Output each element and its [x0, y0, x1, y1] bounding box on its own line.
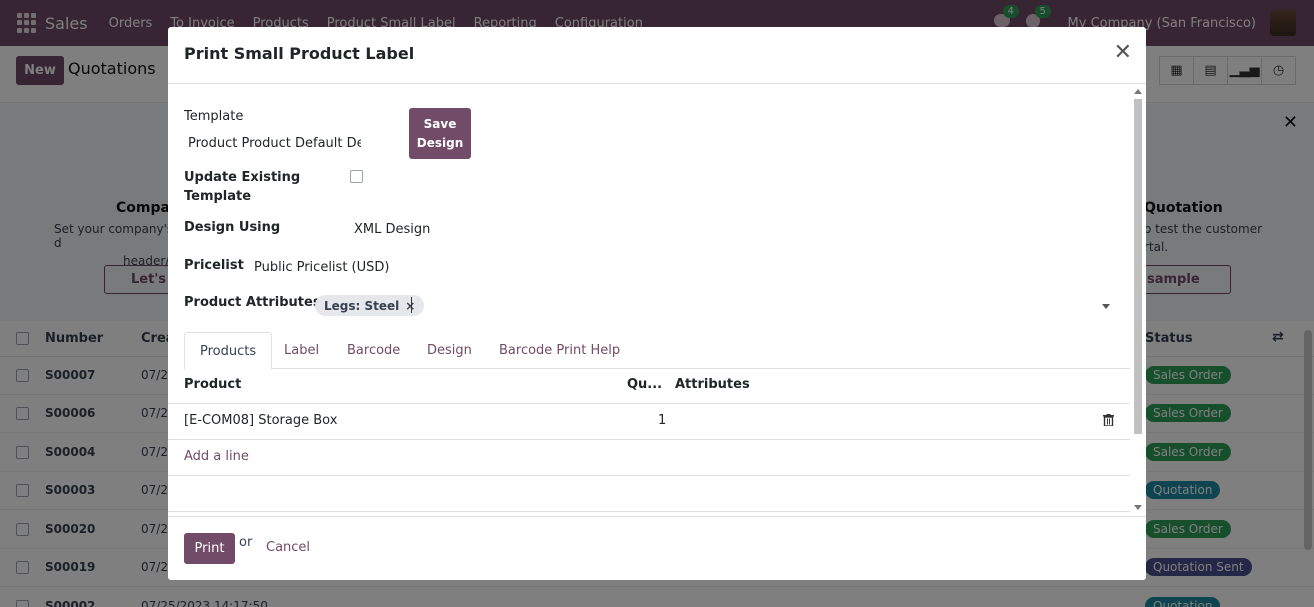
- template-label: Template: [184, 109, 244, 124]
- design-using-label: Design Using: [184, 220, 281, 235]
- update-template-label-line: Template: [184, 189, 252, 204]
- template-field[interactable]: Product Product Default Desi: [188, 136, 361, 151]
- or-text: or: [239, 535, 253, 550]
- tab-barcode[interactable]: Barcode: [332, 332, 415, 369]
- product-attributes-label: Product Attributes: [184, 295, 321, 310]
- table-divider: [168, 439, 1130, 440]
- dialog-header: Print Small Product Label ✕: [168, 27, 1146, 84]
- tab-label[interactable]: Label: [269, 332, 334, 369]
- add-line-link[interactable]: Add a line: [184, 449, 249, 464]
- pricelist-field[interactable]: Public Pricelist (USD): [254, 260, 389, 275]
- chevron-down-icon[interactable]: [1102, 304, 1110, 309]
- pricelist-label: Pricelist: [184, 258, 244, 273]
- table-divider: [168, 511, 1130, 512]
- tab-barcode-print-help[interactable]: Barcode Print Help: [484, 332, 635, 369]
- save-design-label: Save: [423, 116, 457, 131]
- line-product[interactable]: [E-COM08] Storage Box: [184, 413, 337, 428]
- dialog-body: Template Product Product Default Desi Sa…: [168, 84, 1146, 516]
- scroll-up-icon[interactable]: [1134, 89, 1142, 94]
- update-template-label-line: Update Existing: [184, 170, 301, 185]
- line-quantity[interactable]: 1: [658, 413, 666, 428]
- scroll-thumb[interactable]: [1134, 99, 1142, 434]
- attributes-input[interactable]: [411, 297, 412, 313]
- column-header-product[interactable]: Product: [184, 377, 241, 392]
- cancel-button[interactable]: Cancel: [266, 540, 310, 555]
- column-header-attributes[interactable]: Attributes: [675, 377, 750, 392]
- update-template-label: Update Existing Template: [184, 168, 300, 206]
- print-button[interactable]: Print: [184, 533, 235, 564]
- design-using-field[interactable]: XML Design: [354, 222, 430, 237]
- update-template-checkbox[interactable]: [350, 170, 363, 183]
- dialog-footer: Print or Cancel: [168, 516, 1146, 580]
- trash-icon[interactable]: [1103, 414, 1114, 426]
- save-design-label: Design: [416, 135, 464, 150]
- table-divider: [168, 403, 1130, 404]
- dialog-tabs: Products Label Barcode Design Barcode Pr…: [184, 332, 1130, 370]
- scroll-down-icon[interactable]: [1134, 505, 1142, 510]
- column-header-quantity[interactable]: Qu...: [627, 377, 662, 392]
- print-label-dialog: Print Small Product Label ✕ Template Pro…: [168, 27, 1146, 580]
- attribute-tag: Legs: Steel×: [315, 295, 425, 316]
- dialog-title: Print Small Product Label: [184, 44, 415, 63]
- dialog-scrollbar[interactable]: [1133, 85, 1143, 515]
- attribute-tag-label: Legs: Steel: [324, 298, 400, 313]
- close-icon[interactable]: ✕: [1114, 42, 1132, 64]
- save-design-button[interactable]: Save Design: [409, 108, 471, 159]
- tab-design[interactable]: Design: [412, 332, 487, 369]
- table-divider: [168, 475, 1130, 476]
- tab-products[interactable]: Products: [184, 332, 273, 370]
